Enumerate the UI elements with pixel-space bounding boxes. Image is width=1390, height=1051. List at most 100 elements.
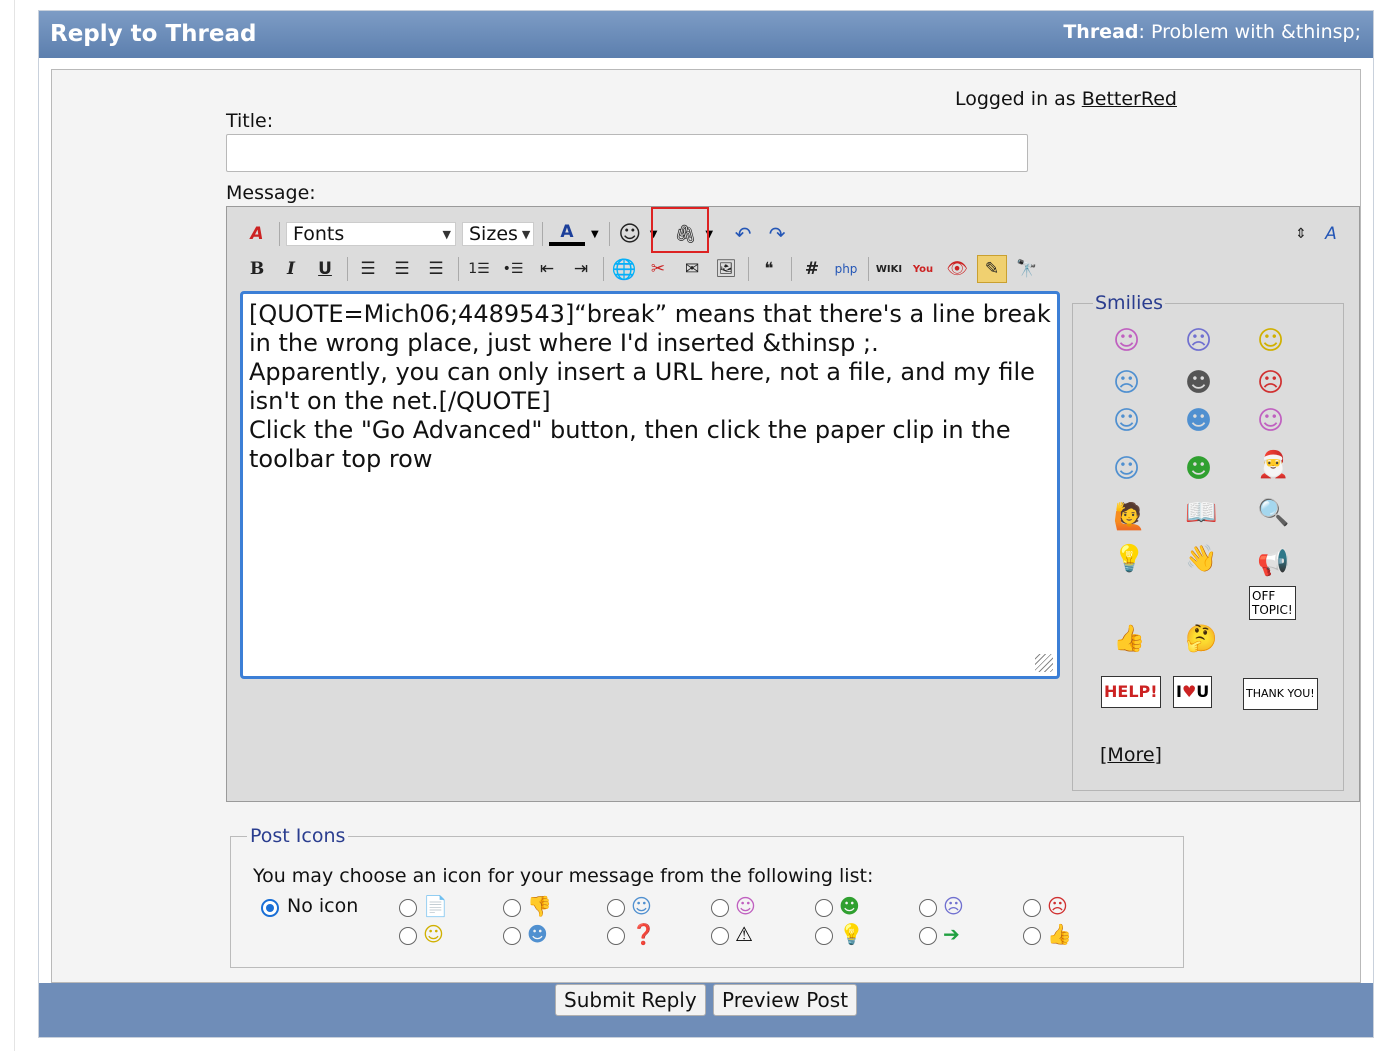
smilie-confused-icon[interactable]: ☹: [1113, 368, 1140, 398]
php-code-icon[interactable]: php: [832, 256, 860, 282]
post-icon-radio[interactable]: [1023, 927, 1041, 945]
smilie-icon[interactable]: ☺: [616, 221, 644, 247]
unordered-list-icon[interactable]: •☰: [499, 256, 527, 282]
smilie-biggrin-icon[interactable]: ☻: [1185, 454, 1212, 484]
smilie-frown-icon[interactable]: ☹: [1185, 326, 1212, 356]
redo-icon[interactable]: ↷: [763, 221, 791, 247]
thumbs-up-icon: 👍: [1047, 922, 1072, 946]
post-icon-radio[interactable]: [1023, 899, 1041, 917]
ordered-list-icon[interactable]: 1☰: [465, 256, 493, 282]
toolbar-separator: [748, 257, 749, 281]
size-select-value: Sizes: [469, 223, 518, 245]
post-icon-radio[interactable]: [503, 927, 521, 945]
title-input[interactable]: [226, 134, 1028, 172]
smilie-smile-icon[interactable]: ☺: [1257, 326, 1284, 356]
font-select[interactable]: Fonts ▼: [286, 222, 456, 246]
smilie-read-icon[interactable]: 📖: [1185, 498, 1217, 528]
smilie-tongue-icon[interactable]: ☺: [1257, 406, 1284, 436]
post-icon-radio[interactable]: [607, 927, 625, 945]
smilie-thankyou-icon[interactable]: THANK YOU!: [1243, 678, 1318, 710]
insert-link-icon[interactable]: 🌐: [610, 256, 638, 282]
post-icons-panel: Post Icons You may choose an icon for yo…: [230, 825, 1184, 968]
logged-in-prefix: Logged in as: [955, 88, 1082, 110]
align-center-icon[interactable]: ☰: [388, 256, 416, 282]
remove-link-icon[interactable]: ✂: [644, 256, 672, 282]
insert-image-icon[interactable]: 🖼: [712, 256, 740, 282]
post-icon-radio[interactable]: [399, 927, 417, 945]
smilie-help-icon[interactable]: HELP!: [1101, 676, 1161, 708]
remove-format-icon[interactable]: A: [243, 221, 271, 247]
document-icon: 📄: [423, 894, 448, 918]
underline-icon[interactable]: U: [311, 256, 339, 282]
message-editor: A Fonts▼ Sizes▼ A ▼ ☺ ▼ 🖇 ▼ ↶ ↷ ⇕ A B: [226, 206, 1360, 802]
post-icon-radio[interactable]: [815, 899, 833, 917]
italic-icon[interactable]: I: [277, 256, 305, 282]
question-icon: ❓: [631, 922, 656, 946]
code-hash-icon[interactable]: #: [798, 256, 826, 282]
wiki-icon[interactable]: WIKI: [875, 256, 903, 282]
post-icon-radio[interactable]: [815, 927, 833, 945]
smilie-search-icon[interactable]: 🔍: [1257, 498, 1289, 528]
more-smilies-link[interactable]: [More]: [1100, 744, 1162, 766]
toolbar-separator: [542, 222, 543, 246]
highlight-box: [651, 207, 709, 253]
post-icon-radio[interactable]: [607, 899, 625, 917]
smilie-idea-icon[interactable]: 💡: [1113, 544, 1145, 574]
smilie-think-icon[interactable]: 🤔: [1185, 624, 1217, 654]
smilie-iloveu-icon[interactable]: I♥U: [1173, 676, 1213, 708]
toolbar-separator: [458, 257, 459, 281]
smilie-cool-icon[interactable]: ☻: [1185, 406, 1212, 436]
panel-header: Reply to Thread Thread: Problem with &th…: [39, 11, 1373, 58]
search-binoculars-icon[interactable]: 🔭: [1013, 256, 1041, 282]
resize-grip-icon[interactable]: [1035, 654, 1053, 672]
chevron-down-icon[interactable]: ▼: [591, 229, 599, 240]
bold-icon[interactable]: B: [243, 256, 271, 282]
insert-email-icon[interactable]: ✉: [678, 256, 706, 282]
panel-footer: [39, 983, 1373, 1037]
quote-icon[interactable]: ❝: [755, 256, 783, 282]
smilie-wink-icon[interactable]: ☺: [1113, 454, 1140, 484]
smilie-mad-icon[interactable]: ☹: [1257, 368, 1284, 398]
note-icon[interactable]: ✎: [977, 255, 1007, 283]
switch-mode-icon[interactable]: A: [1317, 221, 1345, 247]
text-color-icon[interactable]: A: [549, 222, 585, 246]
smilie-hi-icon[interactable]: 👋: [1185, 544, 1217, 574]
post-icon-radio[interactable]: [711, 899, 729, 917]
post-icon-radio[interactable]: [711, 927, 729, 945]
smilie-santa-icon[interactable]: 🎅: [1257, 450, 1289, 480]
size-select[interactable]: Sizes ▼: [462, 222, 534, 246]
smilie-thumbsup-icon[interactable]: 👍: [1113, 624, 1145, 654]
outdent-icon[interactable]: ⇤: [533, 256, 561, 282]
align-right-icon[interactable]: ☰: [422, 256, 450, 282]
smilies-panel: Smilies ☺ ☹ ☺ ☹ ☻ ☹ ☺ ☻ ☺ ☺ ☻ 🎅 🙋 📖 🔍 💡 …: [1072, 292, 1344, 791]
chevron-down-icon: ▼: [442, 227, 451, 241]
toolbar-separator: [791, 257, 792, 281]
youtube-icon[interactable]: You: [909, 256, 937, 282]
align-left-icon[interactable]: ☰: [354, 256, 382, 282]
smilie-shout-icon[interactable]: 📢: [1257, 548, 1289, 578]
smilie-offtopic-icon[interactable]: OFF TOPIC!: [1249, 586, 1296, 620]
cool-icon: ☻: [527, 922, 548, 946]
no-icon-radio[interactable]: [261, 899, 279, 917]
post-icon-radio[interactable]: [399, 899, 417, 917]
preview-post-button[interactable]: Preview Post: [713, 984, 858, 1016]
smile-icon: ☺: [423, 922, 444, 946]
spoiler-icon[interactable]: 👁: [943, 256, 971, 282]
smilie-eek-icon[interactable]: ☻: [1185, 368, 1212, 398]
post-icon-radio[interactable]: [919, 927, 937, 945]
message-textarea[interactable]: [QUOTE=Mich06;4489543]“break” means that…: [240, 291, 1060, 679]
resize-editor-icon[interactable]: ⇕: [1287, 221, 1315, 247]
username-link[interactable]: BetterRed: [1082, 88, 1177, 110]
thread-label: Thread: [1063, 21, 1139, 43]
smilie-rolleyes-icon[interactable]: ☺: [1113, 406, 1140, 436]
lightbulb-icon: 💡: [839, 922, 864, 946]
post-icon-radio[interactable]: [919, 899, 937, 917]
toolbar-separator: [603, 257, 604, 281]
page-edge: [14, 0, 15, 1051]
indent-icon[interactable]: ⇥: [567, 256, 595, 282]
submit-reply-button[interactable]: Submit Reply: [555, 984, 706, 1016]
smilie-wave-icon[interactable]: 🙋: [1113, 502, 1145, 532]
post-icon-radio[interactable]: [503, 899, 521, 917]
undo-icon[interactable]: ↶: [729, 221, 757, 247]
smilie-grin-icon[interactable]: ☺: [1113, 326, 1140, 356]
